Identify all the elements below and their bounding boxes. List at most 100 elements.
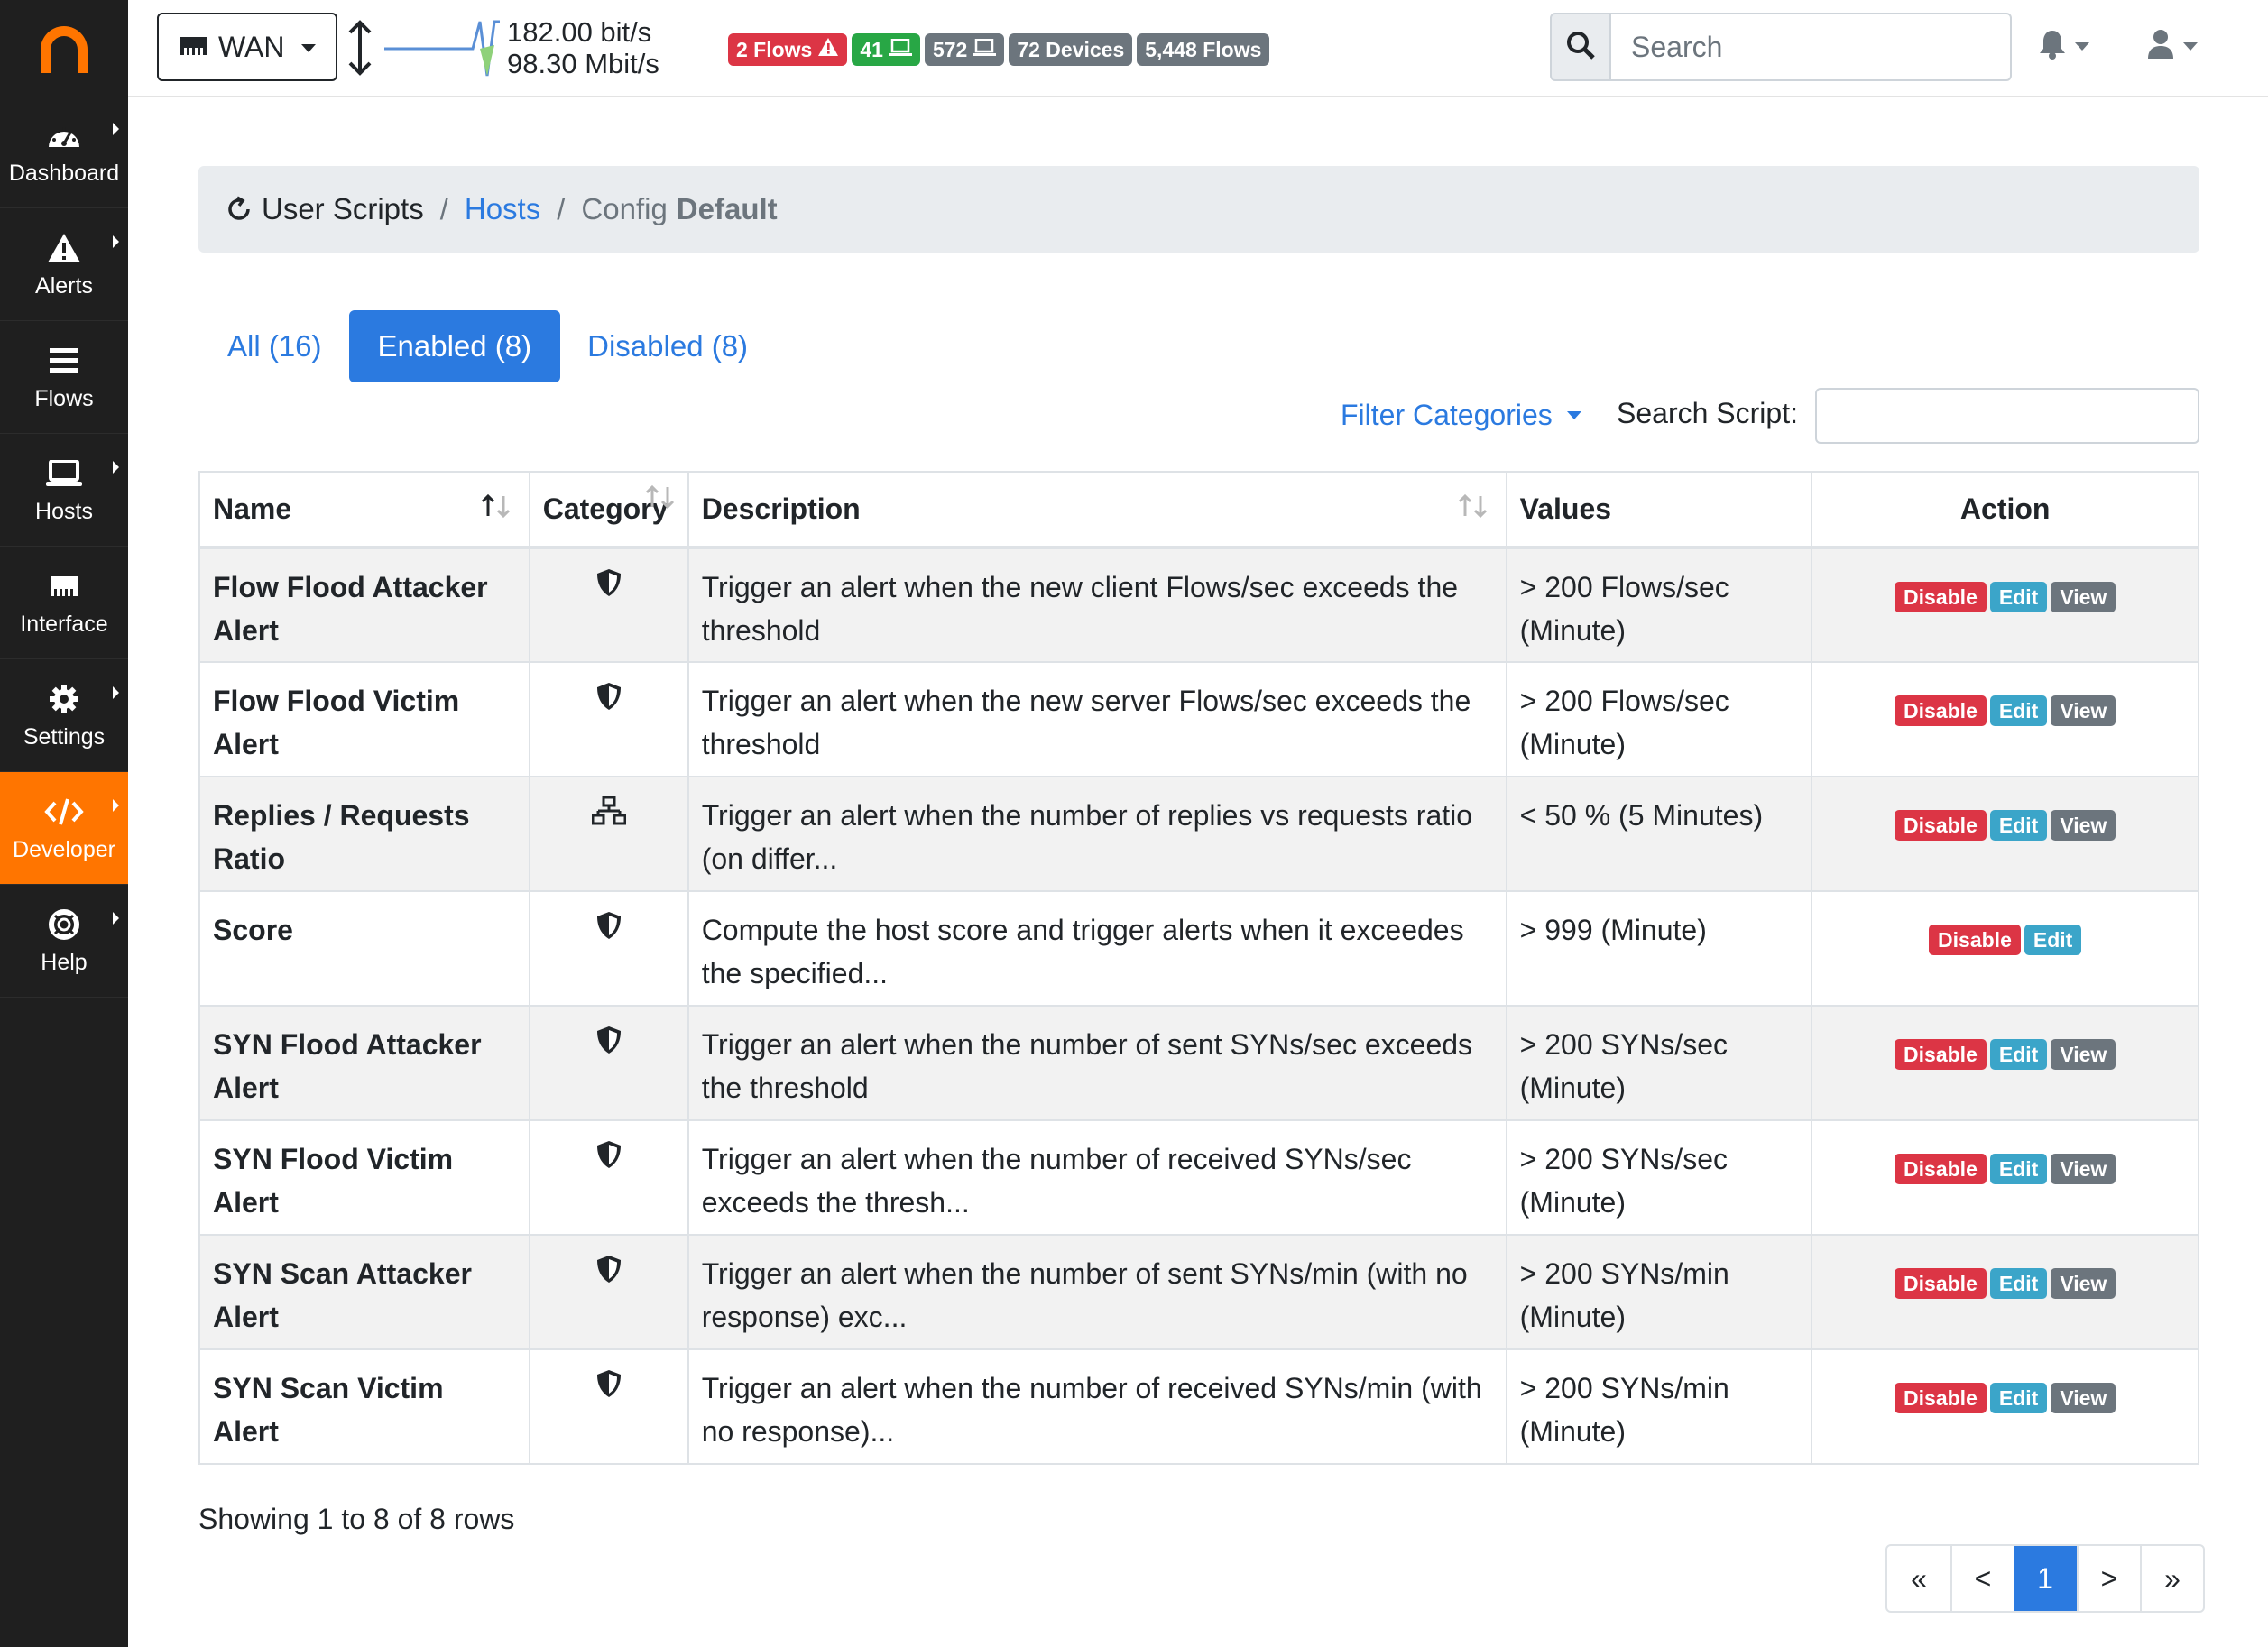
script-category: [528, 1234, 689, 1350]
table-row: Flow Flood Attacker Alert Trigger an aler…: [198, 547, 2199, 663]
sidebar-item-dashboard[interactable]: Dashboard: [0, 96, 128, 208]
dashboard-icon: [47, 117, 81, 153]
script-values: > 200 SYNs/sec (Minute): [1505, 1005, 1813, 1121]
sidebar-item-developer[interactable]: Developer: [0, 772, 128, 885]
sidebar-item-label: Hosts: [35, 498, 93, 524]
search-script-input[interactable]: [1815, 388, 2199, 444]
shield-icon: [595, 1141, 622, 1175]
column-header-category[interactable]: Category: [528, 471, 689, 549]
edit-button[interactable]: Edit: [1989, 1268, 2048, 1299]
view-button[interactable]: View: [2051, 1383, 2116, 1413]
edit-button[interactable]: Edit: [2024, 925, 2082, 955]
shield-icon: [595, 569, 622, 603]
pager-last-button[interactable]: »: [2140, 1546, 2203, 1611]
sidebar-item-hosts[interactable]: Hosts: [0, 434, 128, 547]
user-dropdown[interactable]: [2147, 29, 2198, 64]
ntopng-logo[interactable]: [0, 0, 128, 96]
disable-button[interactable]: Disable: [1895, 810, 1987, 841]
view-button[interactable]: View: [2051, 1268, 2116, 1299]
edit-button[interactable]: Edit: [1989, 695, 2048, 726]
laptop-icon: [888, 38, 912, 62]
interface-dropdown[interactable]: WAN: [157, 13, 337, 81]
filter-categories-dropdown[interactable]: Filter Categories: [1341, 399, 1581, 432]
edit-button[interactable]: Edit: [1989, 1383, 2048, 1413]
disable-button[interactable]: Disable: [1895, 1268, 1987, 1299]
shield-icon: [595, 683, 622, 717]
sidebar-item-alerts[interactable]: Alerts: [0, 208, 128, 321]
script-description: Compute the host score and trigger alert…: [687, 890, 1507, 1007]
script-name: SYN Scan Victim Alert: [198, 1348, 530, 1465]
script-actions: Disable Edit View: [1811, 547, 2199, 663]
script-actions: Disable Edit View: [1811, 1005, 2199, 1121]
sidebar-item-label: Flows: [34, 385, 94, 411]
pager-page-1-button[interactable]: 1: [2014, 1546, 2077, 1611]
column-header-name[interactable]: Name: [198, 471, 530, 549]
script-category: [528, 1119, 689, 1236]
local-hosts-badge[interactable]: 41: [852, 33, 920, 66]
sidebar-item-flows[interactable]: Flows: [0, 321, 128, 434]
search-input[interactable]: [1611, 13, 2012, 81]
disable-button[interactable]: Disable: [1895, 1154, 1987, 1184]
script-actions: Disable Edit View: [1811, 1234, 2199, 1350]
search-icon: [1565, 30, 1596, 65]
breadcrumb: User Scripts / Hosts / Config Default: [198, 166, 2199, 253]
edit-button[interactable]: Edit: [1989, 1154, 2048, 1184]
caret-right-icon: [113, 799, 119, 812]
sidebar-item-label: Alerts: [35, 272, 93, 299]
upload-rate: 182.00 bit/s: [507, 16, 652, 48]
disable-button[interactable]: Disable: [1895, 695, 1987, 726]
tab-disabled[interactable]: Disabled (8): [573, 310, 762, 382]
status-badges: 2 Flows 41 572 72 Devices 5,448 Flows: [728, 33, 1270, 66]
search-button[interactable]: [1550, 13, 1611, 81]
notifications-dropdown[interactable]: [2039, 29, 2089, 64]
breadcrumb-config-name: Default: [676, 192, 778, 225]
pager-first-button[interactable]: «: [1887, 1546, 1950, 1611]
flows-alert-badge[interactable]: 2 Flows: [728, 33, 848, 66]
view-button[interactable]: View: [2051, 810, 2116, 841]
caret-right-icon: [113, 123, 119, 135]
sidebar-item-settings[interactable]: Settings: [0, 659, 128, 772]
view-button[interactable]: View: [2051, 582, 2116, 612]
caret-down-icon: [1566, 411, 1581, 419]
breadcrumb-hosts-link[interactable]: Hosts: [465, 192, 540, 226]
shield-icon: [595, 1026, 622, 1061]
pager-next-button[interactable]: >: [2077, 1546, 2140, 1611]
sidebar-item-interface[interactable]: Interface: [0, 547, 128, 659]
caret-right-icon: [113, 461, 119, 474]
traffic-readout: 182.00 bit/s 98.30 Mbit/s: [507, 16, 659, 79]
sort-icon: [644, 483, 677, 517]
disable-button[interactable]: Disable: [1929, 925, 2021, 955]
column-header-description[interactable]: Description: [687, 471, 1507, 549]
edit-button[interactable]: Edit: [1989, 582, 2048, 612]
disable-button[interactable]: Disable: [1895, 1039, 1987, 1070]
script-category: [528, 547, 689, 663]
tab-enabled[interactable]: Enabled (8): [348, 310, 561, 382]
laptop-icon: [973, 38, 997, 62]
view-button[interactable]: View: [2051, 1039, 2116, 1070]
view-button[interactable]: View: [2051, 1154, 2116, 1184]
network-icon: [591, 796, 627, 832]
view-button[interactable]: View: [2051, 695, 2116, 726]
disable-button[interactable]: Disable: [1895, 582, 1987, 612]
edit-button[interactable]: Edit: [1989, 1039, 2048, 1070]
script-category: [528, 1348, 689, 1465]
script-values: < 50 % (5 Minutes): [1505, 776, 1813, 892]
column-header-action: Action: [1811, 471, 2199, 549]
caret-down-icon: [301, 44, 316, 52]
pager-prev-button[interactable]: <: [1950, 1546, 2014, 1611]
disable-button[interactable]: Disable: [1895, 1383, 1987, 1413]
devices-badge[interactable]: 72 Devices: [1009, 33, 1133, 66]
badge-label: 41: [860, 37, 883, 61]
sidebar: Dashboard Alerts Flows Hosts Interface S…: [0, 0, 128, 1647]
script-category: [528, 776, 689, 892]
sidebar-item-help[interactable]: Help: [0, 885, 128, 998]
script-name: SYN Flood Attacker Alert: [198, 1005, 530, 1121]
flows-badge[interactable]: 5,448 Flows: [1137, 33, 1270, 66]
edit-button[interactable]: Edit: [1989, 810, 2048, 841]
caret-down-icon: [2183, 42, 2198, 51]
remote-hosts-badge[interactable]: 572: [924, 33, 1005, 66]
tab-all[interactable]: All (16): [213, 310, 337, 382]
user-icon: [2147, 29, 2174, 64]
sidebar-item-label: Dashboard: [8, 160, 120, 186]
script-actions: Disable Edit View: [1811, 661, 2199, 777]
